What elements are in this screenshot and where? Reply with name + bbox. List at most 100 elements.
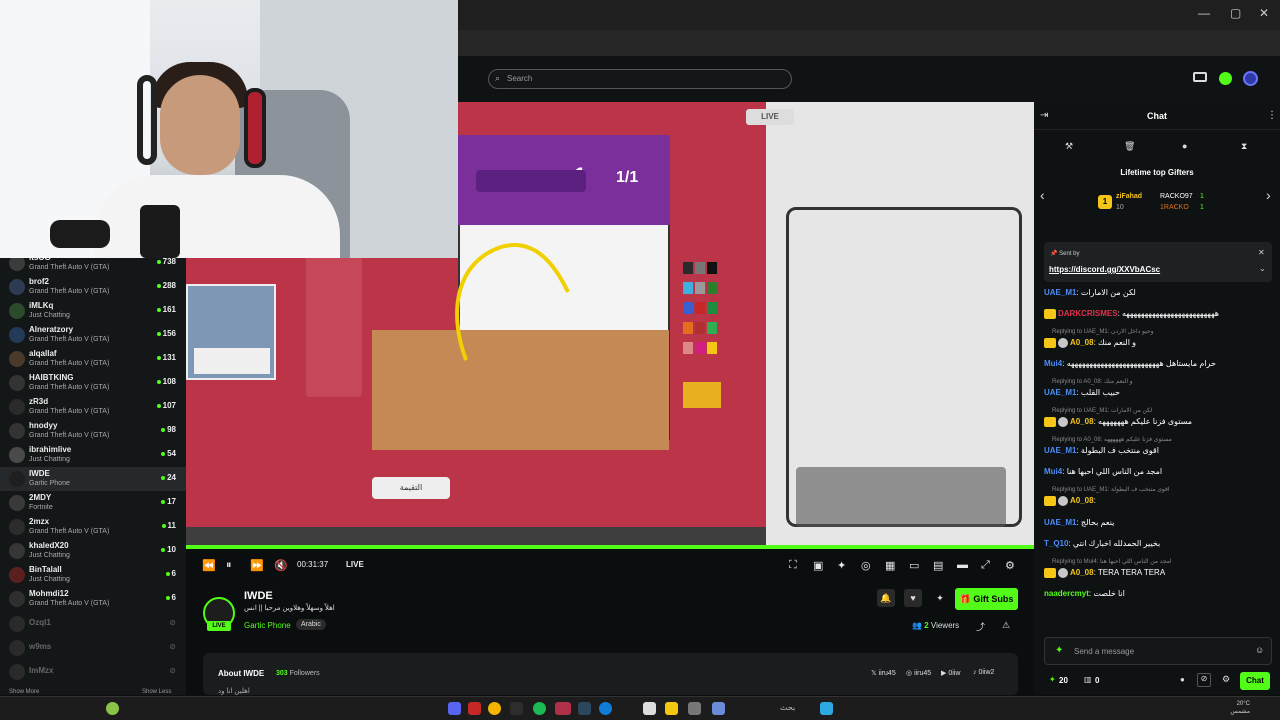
minimize-icon[interactable]: — bbox=[1198, 6, 1210, 20]
terminal-icon[interactable] bbox=[510, 702, 523, 715]
sidebar-channel[interactable]: BinTalall Just Chatting 6 bbox=[0, 563, 186, 587]
sidebar-channel-offline[interactable]: Ozql1 ⊘ bbox=[0, 612, 186, 636]
sidebar-channel[interactable]: khaledX20 Just Chatting 10 bbox=[0, 539, 186, 563]
chat-username[interactable]: Mui4 bbox=[1044, 359, 1062, 368]
sidebar-channel-offline[interactable]: w9ms ⊘ bbox=[0, 636, 186, 660]
show-more-link[interactable]: Show More bbox=[9, 689, 39, 695]
fullscreen-icon[interactable]: ⤢ bbox=[981, 559, 990, 572]
tray-icon[interactable] bbox=[106, 702, 119, 715]
sidebar-channel[interactable]: HAIBTKING Grand Theft Auto V (GTA) 108 bbox=[0, 371, 186, 395]
sidebar-channel[interactable]: ibrahimlive Just Chatting 54 bbox=[0, 443, 186, 467]
sidebar-channel[interactable]: 2MDY Fortnite 17 bbox=[0, 491, 186, 515]
chat-username[interactable]: DARKCRISMES bbox=[1058, 309, 1118, 318]
sidebar-channel[interactable]: iMLKq Just Chatting 161 bbox=[0, 299, 186, 323]
next-arrow-icon[interactable]: › bbox=[1266, 187, 1271, 203]
report-icon[interactable]: ⚠ bbox=[1002, 620, 1010, 631]
chat-bubble-icon[interactable]: ● bbox=[1182, 141, 1187, 151]
language-tag[interactable]: Arabic bbox=[296, 619, 326, 630]
chat-message[interactable]: DARKCRISMES: هههههههههههههههههههههههههه bbox=[1044, 309, 1274, 319]
game-done-button[interactable]: التقيمة bbox=[372, 477, 450, 499]
notification-bell-icon[interactable]: 🔔 bbox=[877, 589, 895, 607]
active-app-icon[interactable] bbox=[555, 702, 571, 715]
chat-username[interactable]: A0_08 bbox=[1070, 568, 1094, 577]
sidebar-channel[interactable]: IWDE Gartic Phone 24 bbox=[0, 467, 186, 491]
chat-input[interactable]: ✦ Send a message ☺ bbox=[1044, 637, 1272, 665]
app-icon[interactable] bbox=[468, 702, 481, 715]
points-icon[interactable]: ✦ bbox=[1049, 675, 1056, 684]
chat-username[interactable]: naadercmyt bbox=[1044, 589, 1089, 598]
stream-category[interactable]: Gartic Phone bbox=[244, 621, 291, 630]
app-icon[interactable] bbox=[643, 702, 656, 715]
chat-message[interactable]: UAE_M1: ينعم بحالج bbox=[1044, 518, 1274, 527]
streamer-name[interactable]: IWDE bbox=[244, 590, 273, 602]
chat-message[interactable]: A0_08: مستوى فزنا عليكم هههههههه bbox=[1044, 417, 1274, 427]
chat-username[interactable]: T_Q10 bbox=[1044, 539, 1068, 548]
reply-context[interactable]: Replying to A0_08: مستوى فزنا عليكم هههه… bbox=[1052, 436, 1172, 443]
stats-icon[interactable]: ▦ bbox=[885, 559, 895, 572]
reply-context[interactable]: Replying to Mui4: امجد من الناس اللي احب… bbox=[1052, 558, 1172, 565]
social-tiktok[interactable]: ♪ 0iiw2 bbox=[973, 669, 994, 676]
user-avatar[interactable] bbox=[1243, 71, 1258, 86]
taskbar-search[interactable]: بحث bbox=[780, 703, 795, 712]
sidebar-channel[interactable]: hnodyy Grand Theft Auto V (GTA) 98 bbox=[0, 419, 186, 443]
hourglass-icon[interactable]: ⧗ bbox=[1241, 141, 1247, 152]
theater-icon[interactable]: ▭ bbox=[909, 559, 919, 572]
gift-subs-button[interactable]: 🎁 Gift Subs bbox=[955, 588, 1018, 610]
chrome-icon[interactable] bbox=[488, 702, 501, 715]
chat-username[interactable]: A0_08 bbox=[1070, 417, 1094, 426]
discord-icon[interactable] bbox=[448, 702, 461, 715]
pip-icon[interactable]: ▤ bbox=[933, 559, 943, 572]
reply-context[interactable]: Replying to A0_08: و النعم منك bbox=[1052, 378, 1133, 385]
chat-send-button[interactable]: Chat bbox=[1240, 672, 1270, 690]
close-icon[interactable]: ✕ bbox=[1259, 6, 1269, 20]
chat-username[interactable]: A0_08 bbox=[1070, 338, 1094, 347]
gifter-name[interactable]: ziFahad bbox=[1116, 193, 1142, 200]
wide-icon[interactable]: ▬ bbox=[957, 559, 968, 571]
kick-points-icon[interactable] bbox=[1219, 72, 1232, 85]
social-instagram[interactable]: ◎ iiru45 bbox=[906, 669, 931, 677]
sidebar-channel-offline[interactable]: ImMzx ⊘ bbox=[0, 660, 186, 684]
chat-menu-icon[interactable]: ⋮ bbox=[1267, 110, 1277, 121]
chat-username[interactable]: UAE_M1 bbox=[1044, 388, 1076, 397]
show-less-link[interactable]: Show Less bbox=[142, 689, 171, 695]
steam-icon[interactable] bbox=[578, 702, 591, 715]
follow-heart-icon[interactable]: ♥ bbox=[904, 589, 922, 607]
spotify-icon[interactable] bbox=[533, 702, 546, 715]
chat-username[interactable]: Mui4 bbox=[1044, 467, 1062, 476]
sparkle-icon[interactable]: ✦ bbox=[931, 589, 949, 607]
chat-message[interactable]: UAE_M1: حبيب القلب bbox=[1044, 388, 1274, 397]
chevron-down-icon[interactable]: ⌄ bbox=[1259, 264, 1266, 273]
chat-username[interactable]: UAE_M1 bbox=[1044, 518, 1076, 527]
speed-icon[interactable]: ◎ bbox=[861, 559, 871, 572]
social-youtube[interactable]: ▶ 0iiw bbox=[941, 669, 960, 677]
edge-icon[interactable] bbox=[599, 702, 612, 715]
chat-message[interactable]: T_Q10: بخيير الحمدلله اخبارك انتي bbox=[1044, 539, 1274, 548]
app-icon[interactable] bbox=[712, 702, 725, 715]
mute-icon[interactable]: ⊘ bbox=[1197, 673, 1211, 687]
sidebar-channel[interactable]: brof2 Grand Theft Auto V (GTA) 288 bbox=[0, 275, 186, 299]
chat-username[interactable]: A0_08 bbox=[1070, 496, 1094, 505]
rewind-icon[interactable]: ⏪ bbox=[202, 559, 216, 572]
sidebar-channel[interactable]: Mohmdi12 Grand Theft Auto V (GTA) 6 bbox=[0, 587, 186, 611]
emoji-icon[interactable]: ☺ bbox=[1255, 645, 1264, 655]
sparkle-icon[interactable]: ✦ bbox=[837, 559, 846, 572]
prev-arrow-icon[interactable]: ‹ bbox=[1040, 187, 1045, 203]
reply-context[interactable]: Replying to UAE_M1: وحيو داخل الاردن bbox=[1052, 328, 1154, 335]
settings-gear-icon[interactable]: ⚙ bbox=[1005, 559, 1015, 572]
chat-bubble-icon[interactable]: ● bbox=[1180, 675, 1185, 684]
chat-message[interactable]: A0_08: و النعم منك bbox=[1044, 338, 1274, 348]
app-icon[interactable] bbox=[688, 702, 701, 715]
chat-message[interactable]: UAE_M1: اقوى منتخب ف البطولة bbox=[1044, 446, 1274, 455]
trash-icon[interactable]: 🗑 bbox=[1124, 141, 1135, 152]
volume-icon[interactable]: 🔇 bbox=[274, 559, 288, 572]
maximize-icon[interactable]: ▢ bbox=[1230, 6, 1241, 20]
share-icon[interactable]: ⤴ bbox=[976, 620, 985, 633]
unpin-icon[interactable]: ✕ bbox=[1258, 248, 1265, 257]
mod-hammer-icon[interactable]: ⚒ bbox=[1065, 141, 1073, 152]
gift-icon[interactable] bbox=[1193, 72, 1207, 82]
file-explorer-icon[interactable] bbox=[665, 702, 678, 715]
live-indicator[interactable]: LIVE bbox=[346, 560, 364, 569]
chat-username[interactable]: UAE_M1 bbox=[1044, 288, 1076, 297]
sidebar-channel[interactable]: Alneratzory Grand Theft Auto V (GTA) 156 bbox=[0, 323, 186, 347]
search-input[interactable]: ⌕ Search bbox=[488, 69, 792, 89]
